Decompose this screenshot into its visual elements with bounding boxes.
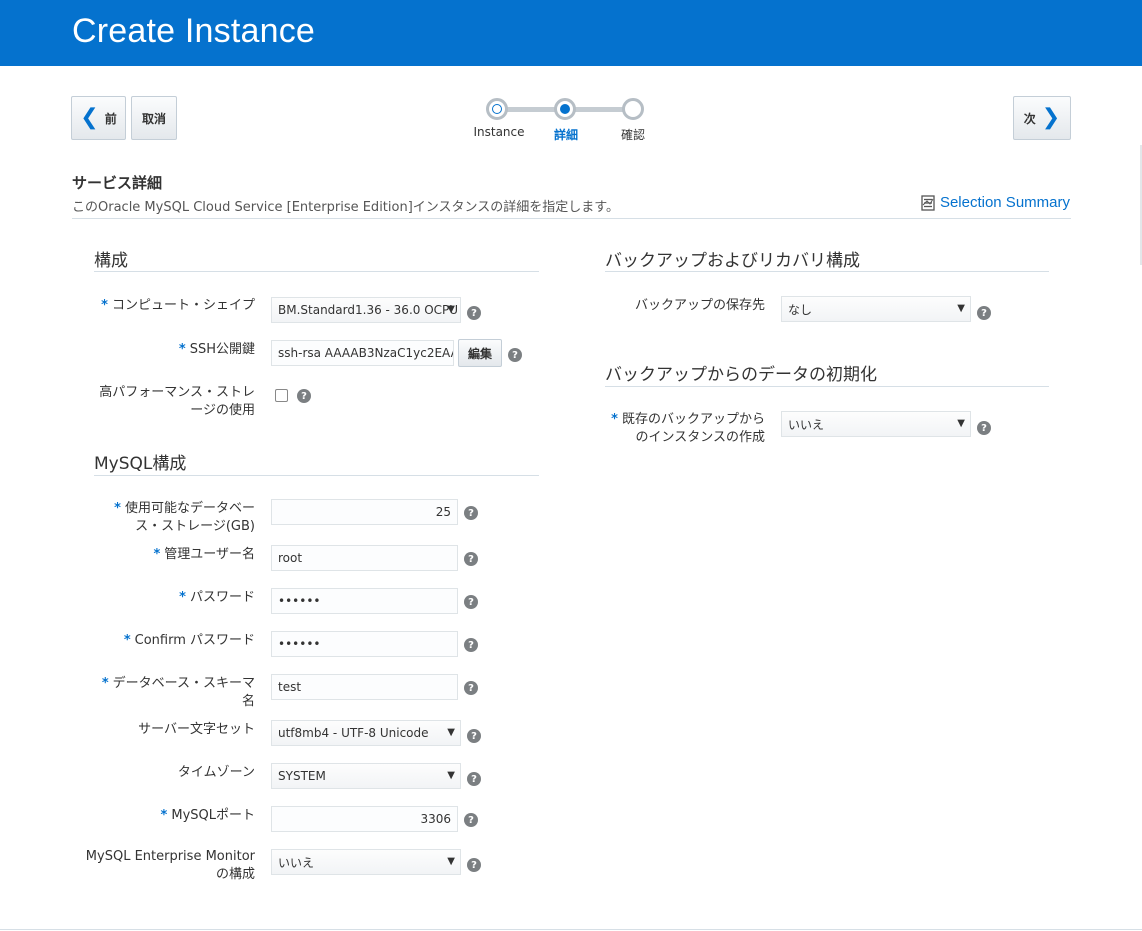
wizard-train: Instance 詳細 確認 [470,96,660,146]
chevron-right-icon: ❯ [1041,105,1061,130]
confirm-password-input[interactable]: •••••• [271,631,458,657]
chevron-down-icon: ▼ [957,303,965,314]
back-button-label: 前 [104,111,117,126]
help-icon[interactable]: ? [464,506,478,520]
help-icon[interactable]: ? [464,552,478,566]
divider [94,475,539,476]
charset-label: サーバー文字セット [138,722,255,737]
config-group-title: 構成 [94,251,128,271]
train-connector [506,107,556,112]
timezone-label: タイムゾーン [177,765,255,780]
section-description: このOracle MySQL Cloud Service [Enterprise… [72,200,619,215]
charset-select[interactable]: utf8mb4 - UTF-8 Unicode ▼ [271,720,461,746]
chevron-down-icon: ▼ [447,304,455,315]
schema-input[interactable]: test [271,674,458,700]
admin-user-input[interactable]: root [271,545,458,571]
help-icon[interactable]: ? [508,348,522,362]
admin-user-label: * 管理ユーザー名 [153,547,255,562]
high-performance-storage-checkbox[interactable] [275,389,288,402]
divider [72,218,1071,219]
train-stop-details[interactable] [554,98,576,120]
timezone-select[interactable]: SYSTEM ▼ [271,763,461,789]
password-input[interactable]: •••••• [271,588,458,614]
divider [605,271,1049,272]
divider [0,929,1142,930]
ssh-key-label: * SSH公開鍵 [178,342,255,357]
selection-summary-link[interactable]: Selection Summary [921,194,1070,211]
confirm-password-label: * Confirm パスワード [123,633,255,648]
chevron-down-icon: ▼ [957,418,965,429]
edit-ssh-key-button[interactable]: 編集 [458,339,502,367]
cancel-button[interactable]: 取消 [131,96,177,140]
next-button[interactable]: 次 ❯ [1013,96,1071,140]
train-stop-confirm[interactable] [622,98,644,120]
help-icon[interactable]: ? [297,389,311,403]
restore-group-title: バックアップからのデータの初期化 [605,365,877,385]
compute-shape-select[interactable]: BM.Standard1.36 - 36.0 OCPU ▼ [271,297,461,323]
storage-label: * 使用可能なデータベー ス・ストレージ(GB) [114,501,255,534]
next-button-label: 次 [1023,111,1036,126]
port-label: * MySQLポート [160,808,255,823]
backup-destination-label: バックアップの保存先 [634,298,765,313]
help-icon[interactable]: ? [467,729,481,743]
chevron-left-icon: ❮ [80,105,99,130]
page-title: Create Instance [72,12,316,50]
high-performance-storage-label: 高パフォーマンス・ストレ ージの使用 [99,385,255,418]
storage-input[interactable]: 25 [271,499,458,525]
create-from-backup-label: * 既存のバックアップから のインスタンスの作成 [611,412,765,445]
backup-group-title: バックアップおよびリカバリ構成 [605,251,860,271]
help-icon[interactable]: ? [467,858,481,872]
train-label-confirm[interactable]: 確認 [621,126,645,143]
chevron-down-icon: ▼ [447,770,455,781]
train-label-details[interactable]: 詳細 [554,126,578,143]
port-input[interactable]: 3306 [271,806,458,832]
chevron-down-icon: ▼ [447,856,455,867]
mysql-group-title: MySQL構成 [94,454,187,474]
train-stop-instance[interactable] [486,98,508,120]
page-header: Create Instance [0,0,1142,66]
help-icon[interactable]: ? [467,772,481,786]
help-icon[interactable]: ? [464,638,478,652]
enterprise-monitor-label: MySQL Enterprise Monitor の構成 [85,849,255,882]
train-label-instance[interactable]: Instance [473,125,524,139]
selection-summary-label[interactable]: Selection Summary [940,194,1070,211]
divider [94,271,539,272]
train-connector [575,107,625,112]
backup-destination-select[interactable]: なし ▼ [781,296,971,322]
summary-icon [921,194,935,211]
password-label: * パスワード [179,590,255,605]
help-icon[interactable]: ? [467,306,481,320]
create-from-backup-select[interactable]: いいえ ▼ [781,411,971,437]
section-title: サービス詳細 [72,174,163,192]
compute-shape-label: * コンピュート・シェイプ [101,298,255,313]
help-icon[interactable]: ? [464,595,478,609]
enterprise-monitor-select[interactable]: いいえ ▼ [271,849,461,875]
help-icon[interactable]: ? [977,421,991,435]
divider [605,386,1049,387]
help-icon[interactable]: ? [464,813,478,827]
chevron-down-icon: ▼ [447,727,455,738]
help-icon[interactable]: ? [977,306,991,320]
help-icon[interactable]: ? [464,681,478,695]
cancel-button-label: 取消 [141,111,166,126]
schema-label: * データベース・スキーマ名 [101,676,255,709]
ssh-key-input[interactable]: ssh-rsa AAAAB3NzaC1yc2EAAA [271,340,454,366]
back-button[interactable]: ❮ 前 [71,96,126,140]
